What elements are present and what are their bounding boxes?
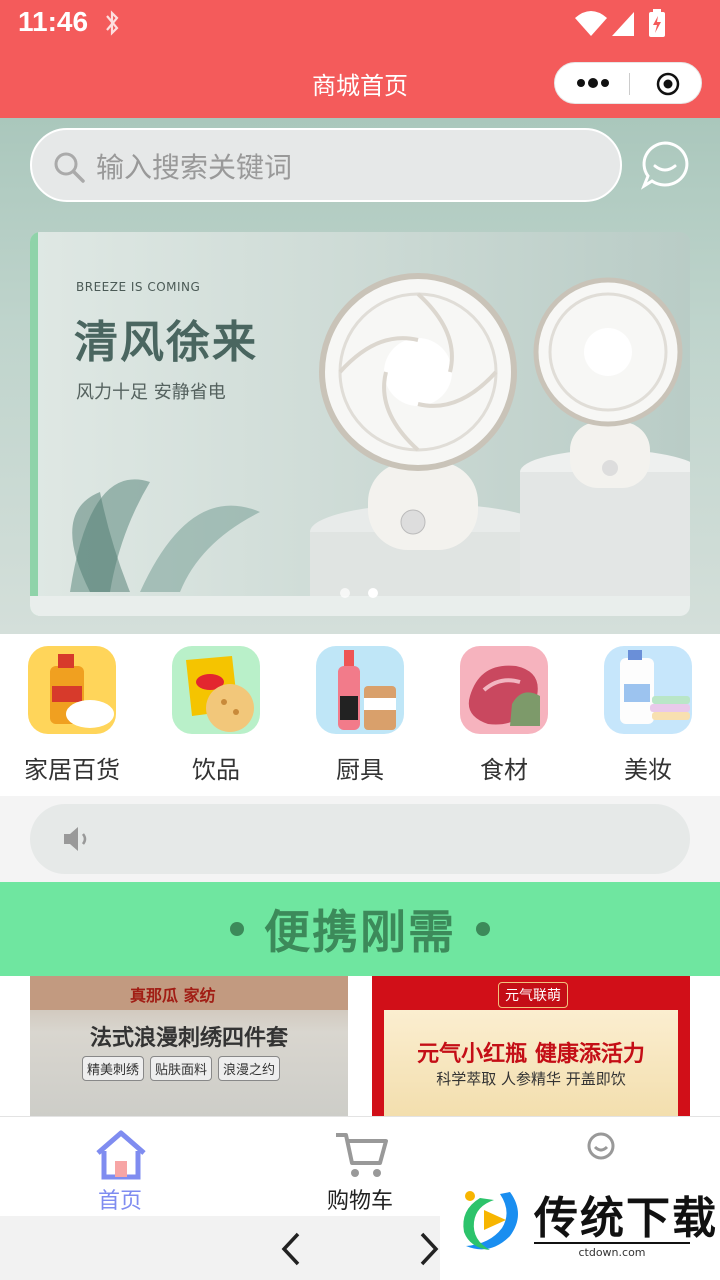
product-title: 元气小红瓶 健康添活力 xyxy=(417,1042,645,1067)
detergent-towels-icon xyxy=(604,646,692,734)
back-arrow-icon[interactable] xyxy=(276,1230,306,1268)
search-icon xyxy=(54,152,85,183)
product-brand: 真那瓜 家纺 xyxy=(130,986,216,1005)
category-label: 厨具 xyxy=(336,756,384,784)
banner-headline: 清风徐来 xyxy=(74,317,258,368)
miniprogram-capsule xyxy=(554,62,702,104)
category-item[interactable]: 食材 xyxy=(444,646,564,796)
promo-banner[interactable]: BREEZE IS COMING 清风徐来 风力十足 安静省电 xyxy=(30,232,690,616)
search-placeholder: 输入搜索关键词 xyxy=(96,151,293,184)
product-subtitle: 科学萃取 人参精华 开盖即饮 xyxy=(436,1070,626,1088)
pagination-dot[interactable] xyxy=(340,588,350,598)
meat-icon xyxy=(460,646,548,734)
message-icon[interactable] xyxy=(640,140,690,190)
category-item[interactable]: 厨具 xyxy=(300,646,420,796)
product-card[interactable]: 元气联萌 元气小红瓶 健康添活力 科学萃取 人参精华 开盖即饮 xyxy=(372,976,690,1116)
status-bar: 11:46 xyxy=(0,0,720,48)
battery-charging-icon xyxy=(649,9,665,37)
product-grid: 真那瓜 家纺 法式浪漫刺绣四件套 精美刺绣 贴肤面料 浪漫之约 元气联萌 元气小红瓶… xyxy=(0,976,720,1116)
more-icon[interactable] xyxy=(573,71,613,95)
home-icon xyxy=(96,1130,146,1180)
product-tag: 浪漫之约 xyxy=(218,1056,281,1081)
category-item[interactable]: 美妆 xyxy=(588,646,708,796)
category-label: 饮品 xyxy=(192,756,240,784)
product-brand: 元气联萌 xyxy=(498,982,568,1008)
tab-label: 首页 xyxy=(97,1189,142,1214)
section-header: 便携刚需 xyxy=(0,882,720,976)
title-bar: 商城首页 xyxy=(0,48,720,118)
wifi-icon xyxy=(575,11,607,36)
watermark-logo-icon xyxy=(463,1191,518,1250)
signal-icon xyxy=(612,12,634,36)
category-item[interactable]: 家居百货 xyxy=(12,646,132,796)
category-label: 食材 xyxy=(480,756,528,784)
search-input[interactable]: 输入搜索关键词 xyxy=(30,128,622,202)
cart-icon xyxy=(336,1133,388,1177)
cooking-oil-rice-icon xyxy=(28,646,116,734)
watermark: 传统下载 ctdown.com xyxy=(440,1176,720,1280)
title-bullet xyxy=(476,922,490,936)
tab-home[interactable]: 首页 xyxy=(0,1117,240,1217)
speaker-icon xyxy=(64,827,87,851)
watermark-text: 传统下载 xyxy=(534,1193,718,1244)
bluetooth-icon xyxy=(106,10,119,36)
banner-pagination xyxy=(338,588,388,602)
category-item[interactable]: 饮品 xyxy=(156,646,276,796)
watermark-url: ctdown.com xyxy=(534,1242,690,1259)
user-icon xyxy=(587,1132,615,1160)
notice-section xyxy=(0,796,720,882)
category-label: 家居百货 xyxy=(24,756,120,784)
banner-subline: 风力十足 安静省电 xyxy=(76,382,226,403)
product-tag: 贴肤面料 xyxy=(150,1056,213,1081)
category-label: 美妆 xyxy=(624,756,672,784)
status-time: 11:46 xyxy=(18,6,89,37)
chips-icon xyxy=(172,646,260,734)
banner-eyebrow: BREEZE IS COMING xyxy=(76,280,201,294)
product-tag: 精美刺绣 xyxy=(82,1056,145,1081)
close-target-icon[interactable] xyxy=(655,71,681,97)
notice-bar[interactable] xyxy=(30,804,690,874)
pagination-dot-active[interactable] xyxy=(368,588,378,598)
category-nav: 家居百货 饮品 厨具 食材 美妆 xyxy=(0,634,720,796)
capsule-divider xyxy=(629,73,630,95)
product-title: 法式浪漫刺绣四件套 xyxy=(89,1026,288,1051)
section-title: 便携刚需 xyxy=(264,905,456,959)
product-tags: 精美刺绣 贴肤面料 浪漫之约 xyxy=(82,1056,322,1081)
bottled-drinks-icon xyxy=(316,646,404,734)
product-card[interactable]: 真那瓜 家纺 法式浪漫刺绣四件套 精美刺绣 贴肤面料 浪漫之约 xyxy=(30,976,348,1116)
